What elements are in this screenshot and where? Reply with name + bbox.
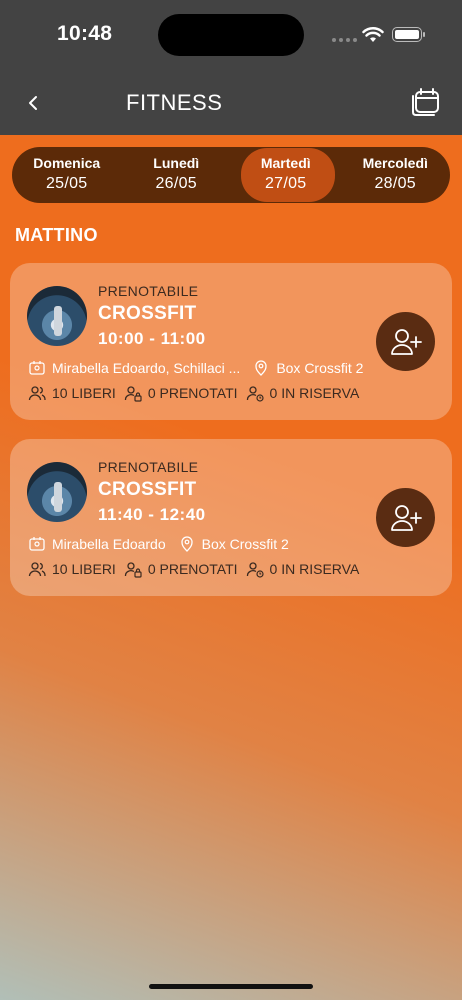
class-name: CROSSFIT [98, 479, 197, 500]
users-icon [28, 386, 46, 401]
wifi-icon [362, 27, 384, 42]
class-free-count: 10 LIBERI [52, 385, 116, 401]
map-pin-icon [255, 360, 267, 376]
day-name: Martedì [260, 155, 311, 171]
user-clock-icon [246, 562, 264, 578]
day-tab-tuesday[interactable]: Martedì 27/05 [231, 147, 341, 203]
class-location: Box Crossfit 2 [276, 360, 364, 376]
class-status: PRENOTABILE [98, 459, 199, 475]
id-badge-icon [29, 361, 45, 375]
add-user-icon [390, 504, 422, 531]
chevron-left-icon[interactable] [20, 90, 46, 116]
day-date: 27/05 [264, 175, 307, 192]
class-name: CROSSFIT [98, 303, 197, 324]
class-avatar [27, 286, 87, 346]
user-lock-icon [124, 562, 142, 578]
class-status: PRENOTABILE [98, 283, 199, 299]
add-user-icon [390, 328, 422, 355]
map-pin-icon [180, 536, 193, 552]
class-booked-count: 0 PRENOTATI [147, 385, 238, 401]
id-badge-icon [29, 537, 45, 551]
class-avatar [27, 462, 87, 522]
class-info-row: Mirabella Edoardo Box Crossfit 2 [28, 535, 289, 553]
dynamic-island [158, 14, 304, 56]
day-date: 26/05 [155, 175, 198, 192]
day-name: Domenica [33, 155, 101, 171]
cellular-signal-icon [332, 38, 357, 42]
class-time: 11:40 - 12:40 [98, 505, 206, 524]
nav-bar: FITNESS [0, 74, 462, 135]
class-trainer: Mirabella Edoardo, Schillaci ... [52, 360, 241, 376]
class-card[interactable]: PRENOTABILE CROSSFIT 11:40 - 12:40 Mirab… [10, 439, 452, 596]
home-indicator [149, 984, 313, 989]
class-reserve-count: 0 IN RISERVA [269, 561, 360, 577]
class-availability-row: 10 LIBERI 0 PRENOTATI 0 IN RISERVA [28, 560, 359, 578]
user-clock-icon [246, 386, 264, 402]
class-trainer: Mirabella Edoardo [52, 536, 166, 552]
class-availability-row: 10 LIBERI 0 PRENOTATI 0 IN RISERVA [28, 384, 359, 402]
class-reserve-count: 0 IN RISERVA [269, 385, 360, 401]
user-lock-icon [124, 386, 142, 402]
book-class-button[interactable] [376, 488, 435, 547]
class-info-row: Mirabella Edoardo, Schillaci ... Box Cro… [28, 359, 363, 377]
day-name: Lunedì [153, 155, 200, 171]
status-bar: 10:48 [0, 0, 462, 74]
day-tab-monday[interactable]: Lunedì 26/05 [122, 147, 232, 203]
class-card[interactable]: PRENOTABILE CROSSFIT 10:00 - 11:00 Mirab… [10, 263, 452, 420]
day-tab-sunday[interactable]: Domenica 25/05 [12, 147, 122, 203]
day-date: 28/05 [374, 175, 417, 192]
class-location: Box Crossfit 2 [201, 536, 289, 552]
book-class-button[interactable] [376, 312, 435, 371]
day-tab-wednesday[interactable]: Mercoledì 28/05 [341, 147, 451, 203]
section-title: MATTINO [15, 225, 98, 245]
calendar-icon[interactable] [410, 86, 442, 118]
battery-icon [392, 27, 425, 42]
class-free-count: 10 LIBERI [52, 561, 116, 577]
class-booked-count: 0 PRENOTATI [147, 561, 238, 577]
users-icon [28, 562, 46, 577]
day-date: 25/05 [45, 175, 88, 192]
page-title: FITNESS [126, 90, 223, 115]
day-selector: Domenica 25/05 Lunedì 26/05 Martedì 27/0… [12, 147, 450, 203]
status-time: 10:48 [57, 22, 113, 45]
day-name: Mercoledì [362, 155, 428, 171]
class-time: 10:00 - 11:00 [98, 329, 206, 348]
